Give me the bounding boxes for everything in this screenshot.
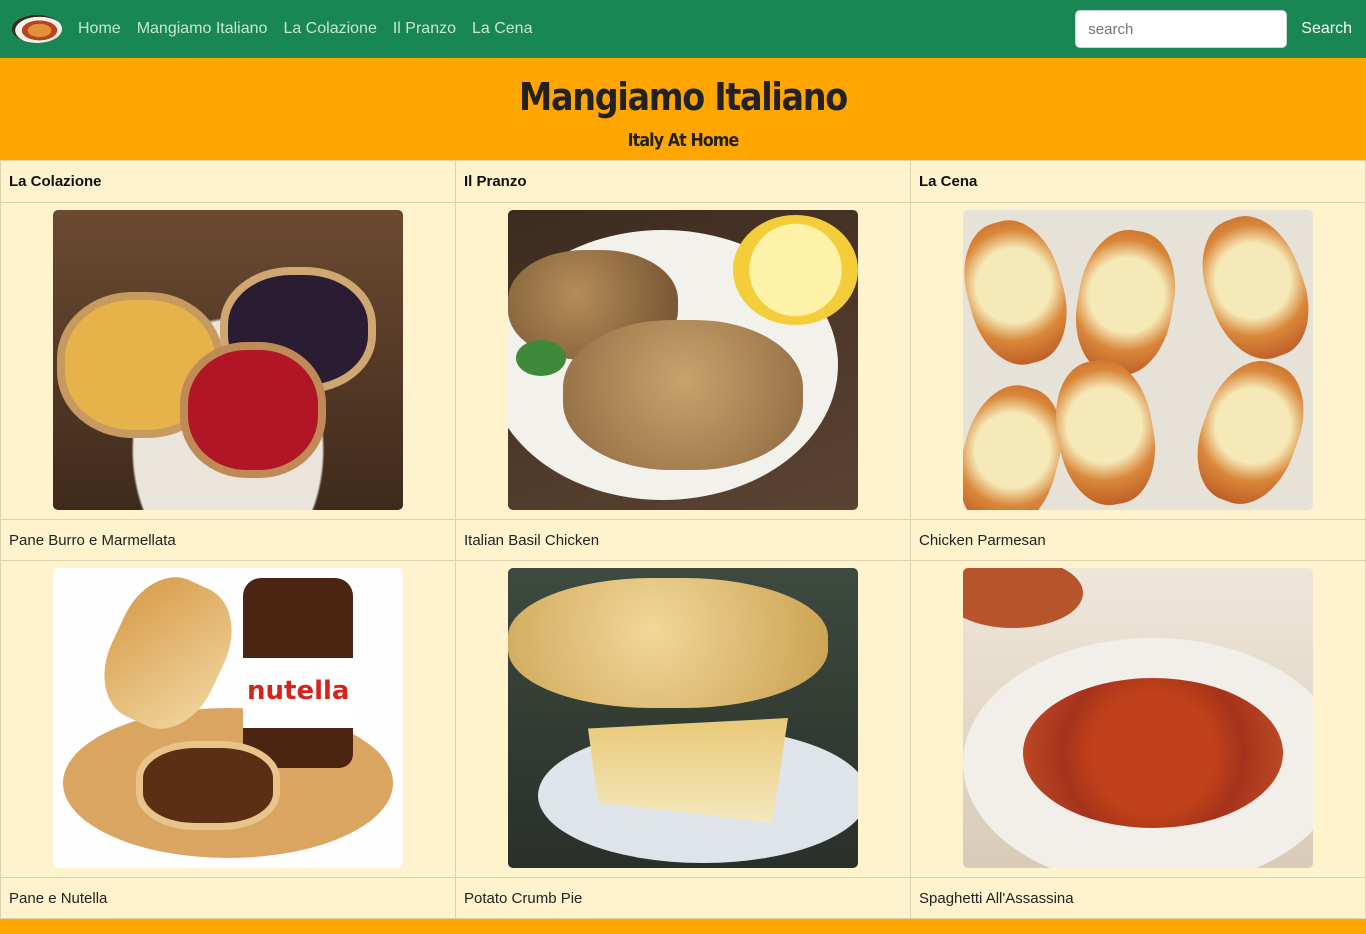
top-navbar: Home Mangiamo Italiano La Colazione Il P… [0,0,1366,58]
food-plate-logo-icon[interactable] [12,15,62,43]
table-row: Pane e Nutella Potato Crumb Pie Spaghett… [0,877,1366,919]
nav-link-il-pranzo[interactable]: Il Pranzo [393,20,456,38]
nav-link-home[interactable]: Home [78,20,121,38]
dish-name: Potato Crumb Pie [455,877,911,919]
nav-link-mangiamo-italiano[interactable]: Mangiamo Italiano [137,20,268,38]
column-header-pranzo: Il Pranzo [455,160,911,203]
nav-link-la-cena[interactable]: La Cena [472,20,533,38]
dish-name: Pane Burro e Marmellata [0,519,456,561]
basil-chicken-photo [508,210,858,510]
search-input[interactable] [1075,10,1288,48]
table-cell: nutella [0,560,456,878]
table-cell [455,560,911,878]
hero-banner: Mangiamo Italiano Italy At Home [0,58,1366,160]
nav-links: Home Mangiamo Italiano La Colazione Il P… [78,20,548,38]
table-row [0,202,1366,520]
table-row: Pane Burro e Marmellata Italian Basil Ch… [0,519,1366,561]
dish-name: Spaghetti All'Assassina [910,877,1366,919]
dish-name: Chicken Parmesan [910,519,1366,561]
table-row: nutella [0,560,1366,878]
column-header-cena: La Cena [910,160,1366,203]
footer-bar [0,919,1366,934]
dish-name: Pane e Nutella [0,877,456,919]
spaghetti-assassina-photo [963,568,1313,868]
table-cell [910,202,1366,520]
search-button[interactable]: Search [1301,20,1352,38]
nav-link-la-colazione[interactable]: La Colazione [283,20,376,38]
column-header-colazione: La Colazione [0,160,456,203]
chicken-parmesan-photo [963,210,1313,510]
nutella-jar-label: nutella [247,676,350,706]
bread-nutella-photo: nutella [53,568,403,868]
page-subtitle: Italy At Home [627,130,740,151]
potato-crumb-pie-photo [508,568,858,868]
page-title: Mangiamo Italiano [519,75,848,119]
table-cell [0,202,456,520]
table-cell [910,560,1366,878]
dish-name: Italian Basil Chicken [455,519,911,561]
menu-table: La Colazione Il Pranzo La Cena Pane Burr… [0,160,1366,919]
bread-butter-jam-photo [53,210,403,510]
table-header-row: La Colazione Il Pranzo La Cena [0,160,1366,203]
table-cell [455,202,911,520]
